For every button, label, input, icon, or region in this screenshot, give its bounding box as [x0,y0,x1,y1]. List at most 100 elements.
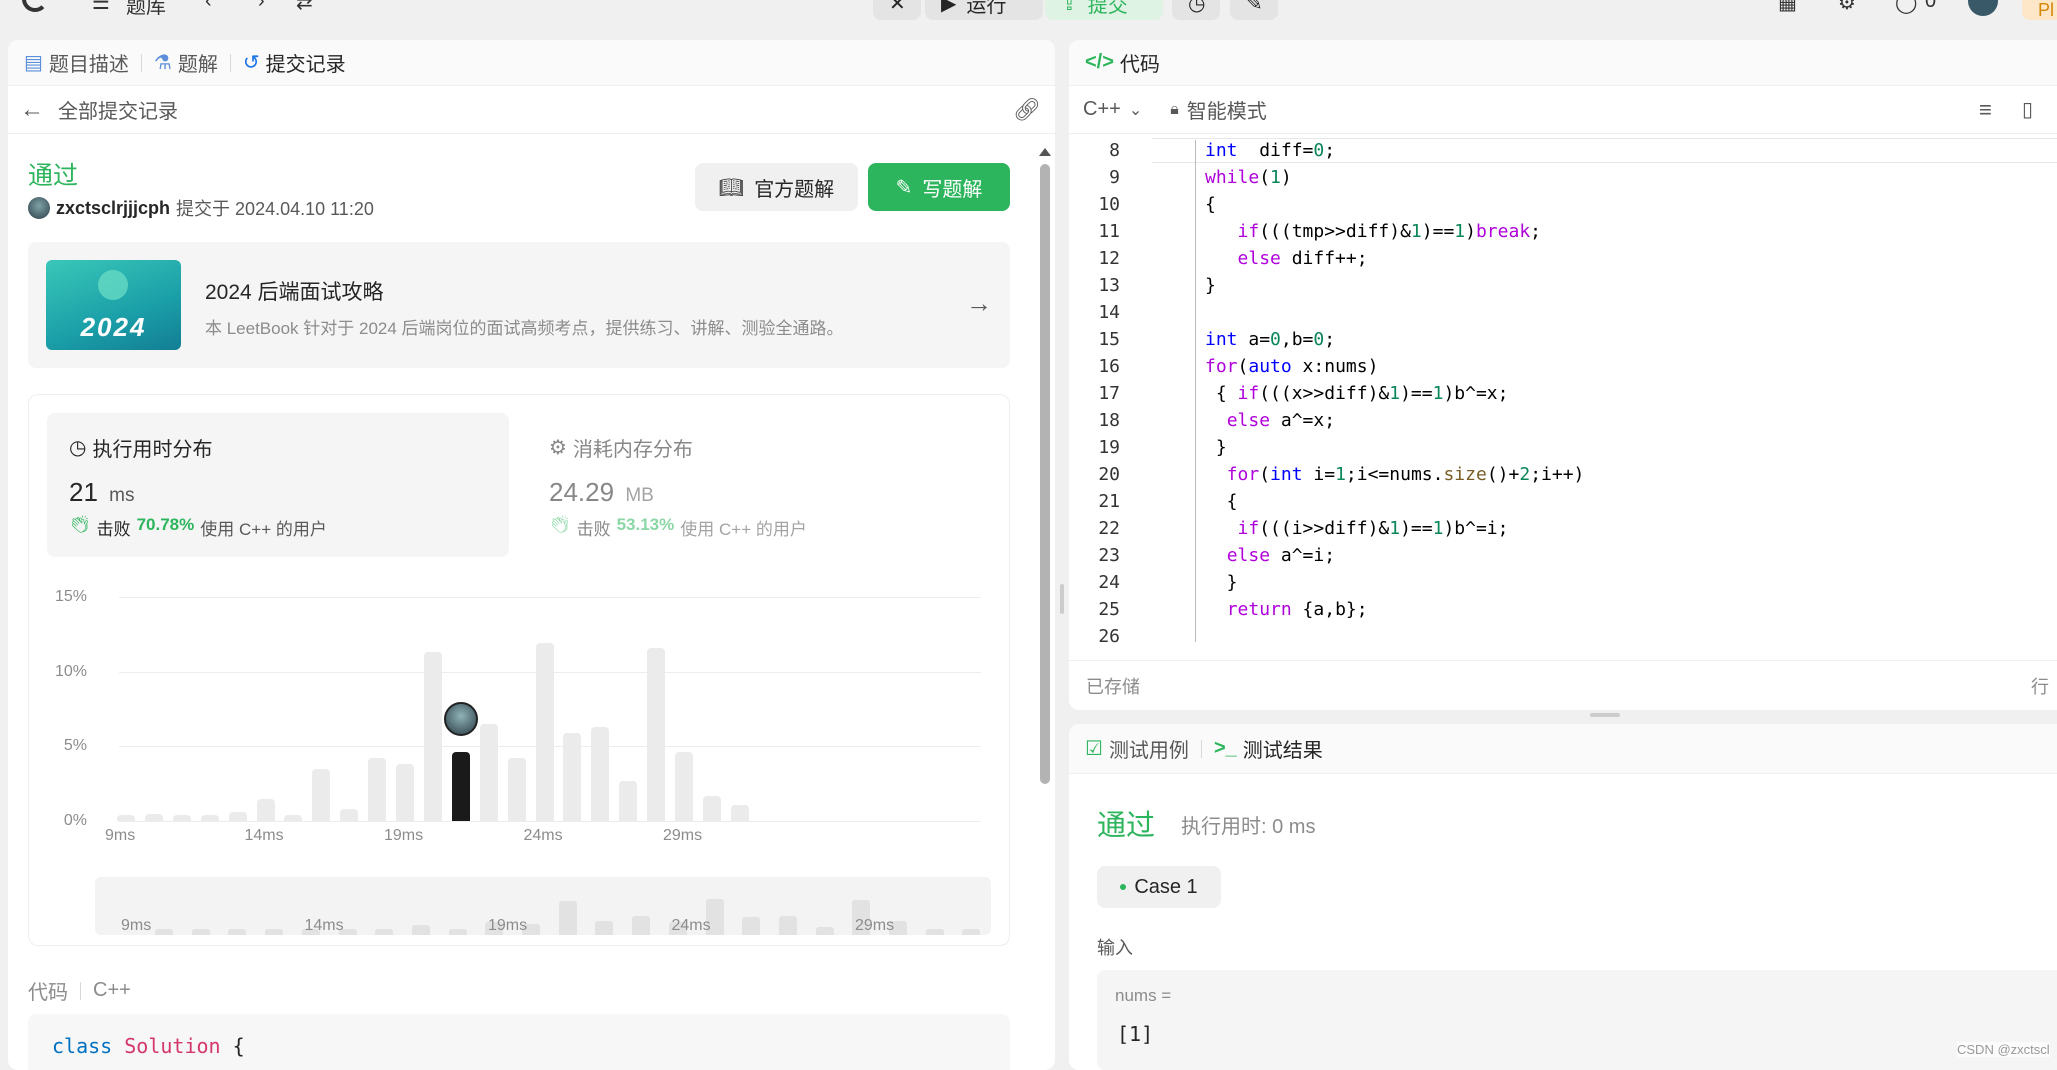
chart-bar-21ms[interactable] [451,752,470,821]
chart-bar-23ms[interactable] [507,758,526,821]
code-line[interactable]: } [1205,572,1238,593]
chart-bar-25ms[interactable] [563,732,582,821]
line-number: 8 [1109,140,1120,161]
chart-bar-9ms[interactable] [117,815,135,821]
shuffle-icon[interactable]: ⇄ [296,0,313,15]
arrow-left-icon[interactable]: ← [20,96,44,124]
brush-tick-label: 14ms [304,917,344,934]
code-line[interactable]: { [1205,491,1238,512]
chart-bar-31ms[interactable] [730,804,749,821]
streak-icon[interactable]: ◯ [1895,0,1917,15]
chart-bar-10ms[interactable] [144,813,163,821]
chart-range-brush[interactable]: 9ms 14ms 19ms 24ms 29ms [95,877,991,935]
code-line[interactable]: { [1205,194,1216,215]
chart-bar-11ms[interactable] [172,815,191,821]
chart-bar-20ms[interactable] [423,652,442,821]
write-solution-button[interactable]: ✎ 写题解 [868,163,1010,211]
language-select[interactable]: C++ [1083,98,1121,121]
code-line[interactable]: else a^=x; [1205,410,1335,431]
tab-testcases[interactable]: ☑ 测试用例 [1085,734,1189,763]
user-avatar[interactable] [1968,0,1998,16]
debug-button[interactable]: ✕ [873,0,921,20]
chart-bar-14ms[interactable] [256,798,275,821]
code-line[interactable]: int a=0,b=0; [1205,329,1335,350]
prev-icon[interactable]: ‹ [205,0,212,13]
code-line[interactable]: else diff++; [1205,248,1368,269]
scrollbar[interactable] [1038,144,1052,804]
format-icon[interactable]: ≡ [1979,97,1992,123]
chart-bar-19ms[interactable] [396,764,414,821]
tab-description[interactable]: ▤ 题目描述 [24,48,129,77]
tab-submissions[interactable]: ↺ 提交记录 [243,48,346,77]
code-line[interactable]: if(((i>>diff)&1)==1)b^=i; [1205,518,1509,539]
code-token: ; [1324,329,1336,350]
tab-test-results[interactable]: >_ 测试结果 [1214,734,1323,763]
chart-bar-15ms[interactable] [284,815,303,821]
code-line[interactable]: for(int i=1;i<=nums.size()+2;i++) [1205,464,1585,485]
lock-icon: 🔒︎ [1170,100,1179,118]
next-icon[interactable]: › [258,0,265,13]
chart-bar-18ms[interactable] [368,758,387,821]
smart-mode-toggle[interactable]: 智能模式 [1187,95,1267,124]
chart-bar-13ms[interactable] [228,812,247,821]
brush-tick-label: 9ms [121,917,152,934]
chart-bar-28ms[interactable] [647,647,666,821]
chart-bar-26ms[interactable] [591,726,610,821]
list-icon[interactable]: ☰ [92,0,110,15]
chart-bar-29ms[interactable] [675,752,693,821]
chart-bar-12ms[interactable] [200,815,219,821]
chart-bar-27ms[interactable] [619,780,638,821]
username[interactable]: zxctsclrjjjcph [56,198,170,219]
code-line[interactable]: for(auto x:nums) [1205,356,1378,377]
code-line[interactable]: } [1205,275,1216,296]
bookmark-icon[interactable]: ▯ [2022,97,2033,122]
code-line[interactable]: return {a,b}; [1205,599,1368,620]
code-token: } [1205,572,1238,593]
problem-list-link[interactable]: 题库 [126,0,166,19]
memory-beats-pct: 53.13% [616,515,675,534]
case-tab[interactable]: Case 1 [1097,866,1221,908]
submit-button[interactable]: ⇪ 提交 [1045,0,1163,20]
chart-bar-16ms[interactable] [312,768,331,821]
code-line[interactable]: while(1) [1205,167,1292,188]
code-token: a= [1237,329,1271,350]
link-icon[interactable]: 🔗︎ [1013,97,1041,123]
avatar[interactable] [28,197,50,219]
line-number: 17 [1098,383,1120,404]
runtime-stat-box[interactable]: ◷ 执行用时分布 21 ms 👏︎ 击败 70.78% 使用 C++ 的用户 [47,413,509,557]
run-button[interactable]: ▶ 运行 [925,0,1043,20]
official-solution-button[interactable]: 📖︎ 官方题解 [695,163,858,211]
all-submissions-link[interactable]: 全部提交记录 [58,95,178,124]
notes-button[interactable]: ✎ [1230,0,1278,20]
code-token: { [1205,491,1238,512]
line-number: 25 [1098,599,1120,620]
code-tab-title: 代码 [1119,54,1160,76]
premium-button[interactable]: Pl [2022,0,2057,20]
code-line[interactable]: } [1205,437,1227,458]
code-token: ( [1259,167,1271,188]
chart-bar-24ms[interactable] [535,643,554,821]
arrow-right-icon[interactable]: → [966,288,992,319]
code-line[interactable]: if(((tmp>>diff)&1)==1)break; [1205,221,1541,242]
code-token: (((i>>diff)& [1259,518,1390,539]
chart-bar-22ms[interactable] [479,723,498,821]
scrollbar-thumb[interactable] [1040,164,1050,784]
runtime-distribution-chart[interactable]: 15% 10% 5% 0% 9ms 14ms 19ms 24ms 29ms 9ms 14ms 19ms… [29,565,1011,945]
code-token: {a,b}; [1291,599,1368,620]
code-line[interactable]: { if(((x>>diff)&1)==1)b^=x; [1205,383,1509,404]
chart-bar-17ms[interactable] [340,809,359,821]
code-line[interactable]: else a^=i; [1205,545,1335,566]
timer-button[interactable]: ◷ [1172,0,1220,20]
chart-bar-30ms[interactable] [702,795,721,821]
leetbook-promo-card[interactable]: 2024 2024 后端面试攻略 本 LeetBook 针对于 2024 后端岗… [28,242,1010,368]
memory-stat-box[interactable]: ⚙ 消耗内存分布 24.29 MB 👏︎ 击败 53.13% 使用 C++ 的用… [527,413,989,557]
active-line-highlight [1152,138,2057,163]
code-token: for [1226,464,1260,485]
settings-icon[interactable]: ⚙ [1838,0,1856,15]
layout-icon[interactable]: ▦ [1778,0,1797,15]
tab-solutions[interactable]: ⚗ 题解 [154,48,218,77]
chevron-down-icon[interactable]: ⌄ [1129,100,1142,120]
horizontal-splitter[interactable] [1590,713,1620,717]
code-token: 1 [1335,464,1346,485]
logo-icon[interactable] [22,0,48,12]
